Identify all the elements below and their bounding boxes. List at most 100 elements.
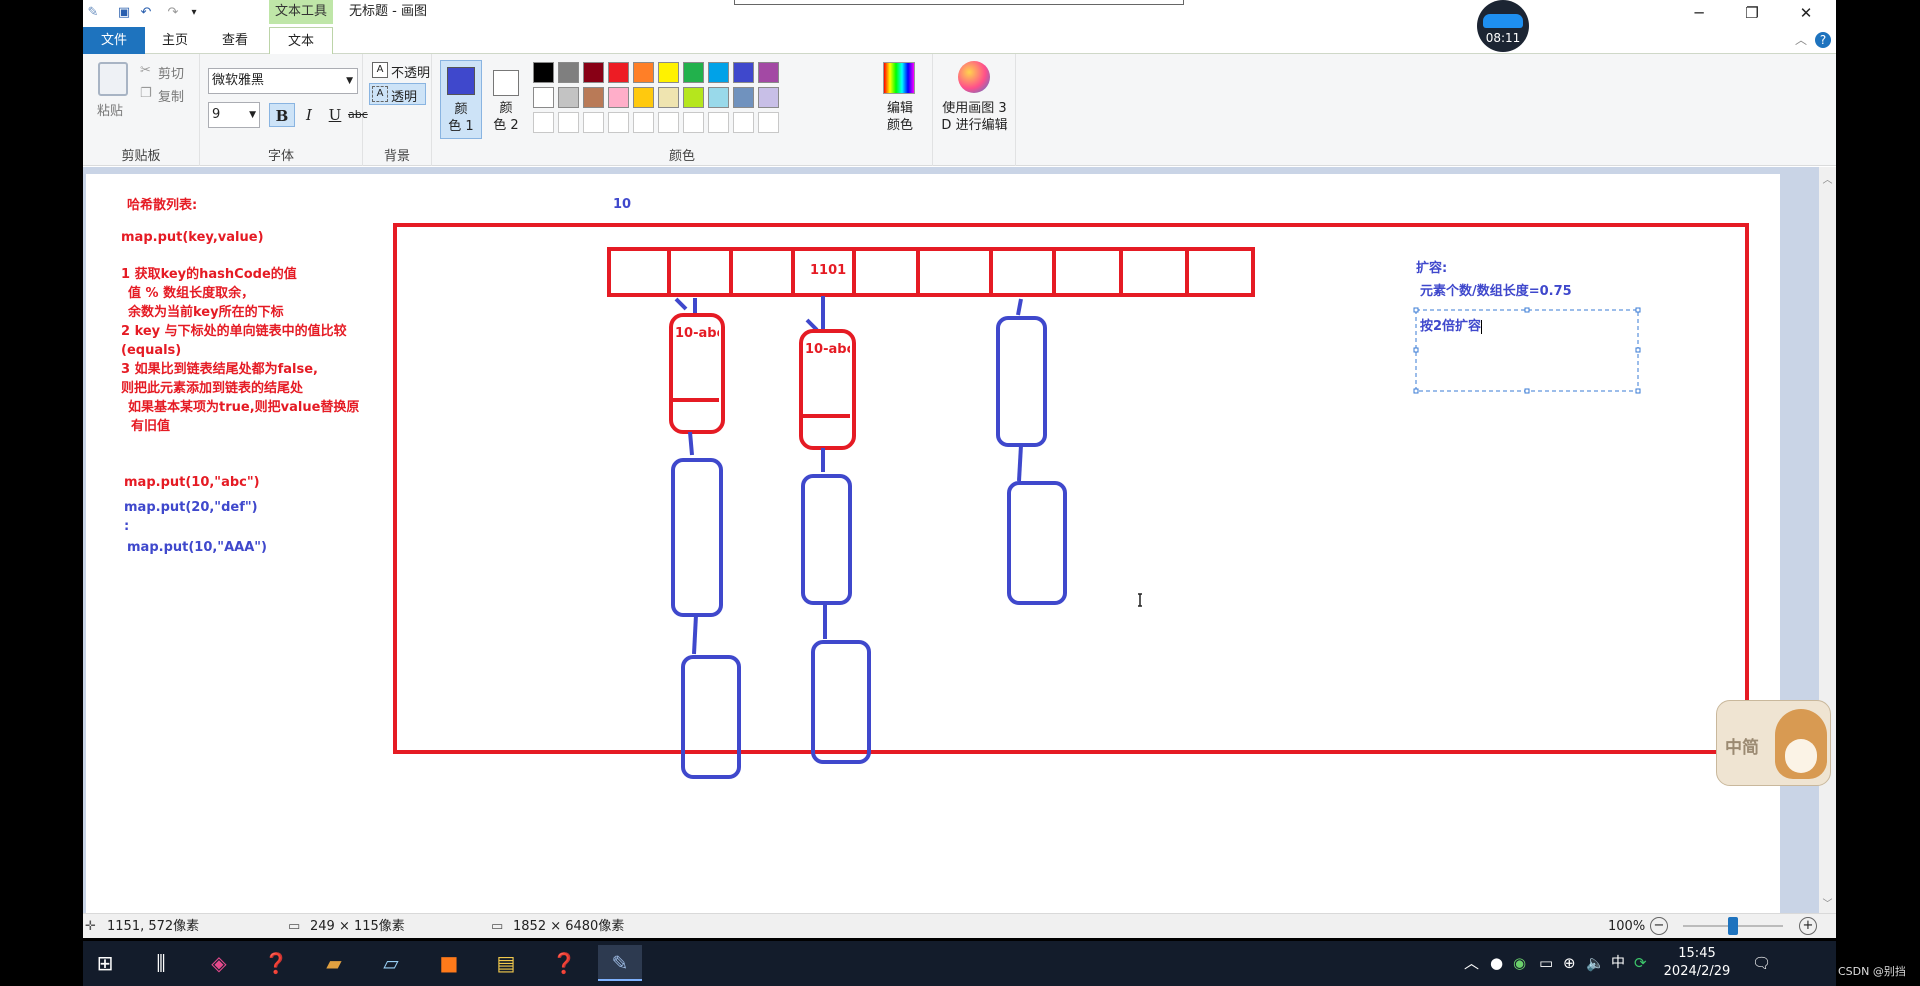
help-app-2-icon[interactable]: ❓ [542, 945, 586, 981]
palette-swatch[interactable] [558, 62, 579, 83]
custom-color-slot[interactable] [558, 112, 579, 133]
undo-icon[interactable]: ↶ [138, 5, 154, 21]
transparent-button[interactable]: 透明 [391, 86, 417, 105]
custom-color-slot[interactable] [683, 112, 704, 133]
paint3d-icon[interactable] [958, 61, 990, 93]
bold-button[interactable]: B [269, 103, 295, 127]
color1-button[interactable]: 颜 色 1 [440, 60, 482, 139]
close-button[interactable]: ✕ [1783, 0, 1829, 26]
drawing-canvas[interactable]: 哈希散列表: map.put(key,value) 1 获取key的hashCode… [86, 174, 1780, 913]
ime-indicator[interactable]: 中 [1611, 953, 1625, 973]
save-icon[interactable]: ▣ [116, 5, 132, 21]
tray-overflow-icon[interactable]: ︿ [1464, 953, 1479, 973]
zoom-slider-thumb[interactable] [1728, 917, 1738, 935]
volume-muted-icon[interactable]: 🔈 [1586, 953, 1605, 973]
custom-color-slot[interactable] [758, 112, 779, 133]
palette-swatch[interactable] [633, 62, 654, 83]
palette-swatch[interactable] [583, 87, 604, 108]
paste-button[interactable]: 粘贴 [97, 100, 123, 119]
notes-app-icon[interactable]: ▱ [369, 945, 413, 981]
palette-swatch[interactable] [533, 62, 554, 83]
windows-start-icon[interactable]: ⊞ [83, 945, 127, 981]
zoom-out-button[interactable]: − [1650, 917, 1668, 935]
restore-button[interactable]: ❐ [1729, 0, 1775, 26]
palette-swatch[interactable] [733, 62, 754, 83]
intellij-icon[interactable]: ◈ [197, 945, 241, 981]
custom-color-slot[interactable] [583, 112, 604, 133]
palette-swatch[interactable] [608, 87, 629, 108]
file-explorer-icon[interactable]: ▤ [484, 945, 528, 981]
paint-taskbar-icon[interactable]: ✎ [598, 945, 642, 981]
scroll-down-icon[interactable]: ﹀ [1819, 895, 1836, 910]
network-icon[interactable]: ⊕ [1563, 953, 1576, 973]
palette-swatch[interactable] [633, 87, 654, 108]
textbox-content[interactable]: 按2倍扩容 [1420, 318, 1483, 335]
underline-button[interactable]: U [322, 103, 348, 127]
quick-access-customize-icon[interactable]: ▾ [186, 5, 202, 21]
palette-swatch[interactable] [608, 62, 629, 83]
notification-icon[interactable]: 🗨 [1752, 953, 1771, 973]
paint3d-label-line2[interactable]: D 进行编辑 [933, 117, 1016, 134]
custom-color-slot[interactable] [533, 112, 554, 133]
palette-swatch[interactable] [758, 62, 779, 83]
hash-array [607, 247, 1255, 297]
collapse-ribbon-icon[interactable]: ︿ [1794, 32, 1808, 48]
font-family-select[interactable]: 微软雅黑 ▼ [208, 68, 358, 94]
tab-view[interactable]: 查看 [205, 27, 265, 54]
custom-color-slot[interactable] [658, 112, 679, 133]
transparent-icon: A [372, 86, 388, 102]
palette-swatch[interactable] [558, 87, 579, 108]
paint-app-icon[interactable]: ✎ [85, 5, 101, 21]
tab-text[interactable]: 文本 [269, 27, 333, 55]
color2-button[interactable]: 颜 色 2 [486, 60, 528, 139]
zoom-in-button[interactable]: + [1799, 917, 1817, 935]
minimize-button[interactable]: ─ [1676, 0, 1722, 26]
zoom-slider[interactable] [1683, 917, 1783, 935]
custom-color-slot[interactable] [633, 112, 654, 133]
cut-icon[interactable]: ✂ [140, 63, 151, 78]
italic-button[interactable]: I [296, 103, 322, 127]
cut-button[interactable]: 剪切 [158, 63, 184, 82]
help-icon[interactable]: ? [1815, 32, 1831, 48]
book-app-icon[interactable]: ▰ [312, 945, 356, 981]
palette-swatch[interactable] [658, 62, 679, 83]
copy-button[interactable]: 复制 [158, 86, 184, 105]
custom-color-slot[interactable] [733, 112, 754, 133]
image-size-icon: ▭ [491, 919, 504, 934]
tab-home[interactable]: 主页 [145, 27, 205, 54]
task-view-icon[interactable]: ⫼ [139, 945, 183, 981]
clock[interactable]: 15:45 2024/2/29 [1661, 945, 1733, 981]
wechat-icon[interactable]: ◉ [1513, 953, 1526, 973]
edit-colors-icon[interactable] [883, 62, 915, 94]
custom-color-slot[interactable] [608, 112, 629, 133]
palette-swatch[interactable] [683, 87, 704, 108]
redo-icon[interactable]: ↷ [165, 5, 181, 21]
custom-color-slot[interactable] [708, 112, 729, 133]
palette-swatch[interactable] [708, 62, 729, 83]
recording-timer[interactable]: 08:11 [1477, 0, 1529, 52]
ime-widget[interactable]: 中简 [1716, 700, 1831, 786]
paint-window: ✎ ▣ ↶ ↷ ▾ 文本工具 无标题 - 画图 ─ ❐ ✕ 文件 主页 查看 文… [83, 0, 1836, 938]
palette-swatch[interactable] [708, 87, 729, 108]
edit-colors-line1[interactable]: 编辑 [880, 100, 920, 117]
palette-swatch[interactable] [733, 87, 754, 108]
tab-file[interactable]: 文件 [83, 27, 145, 54]
scroll-up-icon[interactable]: ︿ [1819, 171, 1836, 186]
orange-app-icon[interactable]: ■ [427, 945, 471, 981]
paste-icon[interactable] [98, 62, 128, 96]
microphone-icon[interactable]: ● [1490, 953, 1503, 973]
palette-swatch[interactable] [758, 87, 779, 108]
palette-swatch[interactable] [683, 62, 704, 83]
vertical-scrollbar[interactable]: ︿ ﹀ [1819, 167, 1836, 913]
battery-icon[interactable]: ▭ [1539, 953, 1553, 973]
palette-swatch[interactable] [533, 87, 554, 108]
palette-swatch[interactable] [583, 62, 604, 83]
palette-swatch[interactable] [658, 87, 679, 108]
copy-icon[interactable]: ❐ [140, 86, 152, 101]
paint3d-label-line1[interactable]: 使用画图 3 [933, 100, 1016, 117]
font-size-select[interactable]: 9 ▼ [208, 102, 260, 128]
security-icon[interactable]: ⟳ [1634, 953, 1647, 973]
help-app-icon[interactable]: ❓ [254, 945, 298, 981]
opaque-button[interactable]: 不透明 [391, 62, 430, 81]
edit-colors-line2[interactable]: 颜色 [880, 117, 920, 134]
